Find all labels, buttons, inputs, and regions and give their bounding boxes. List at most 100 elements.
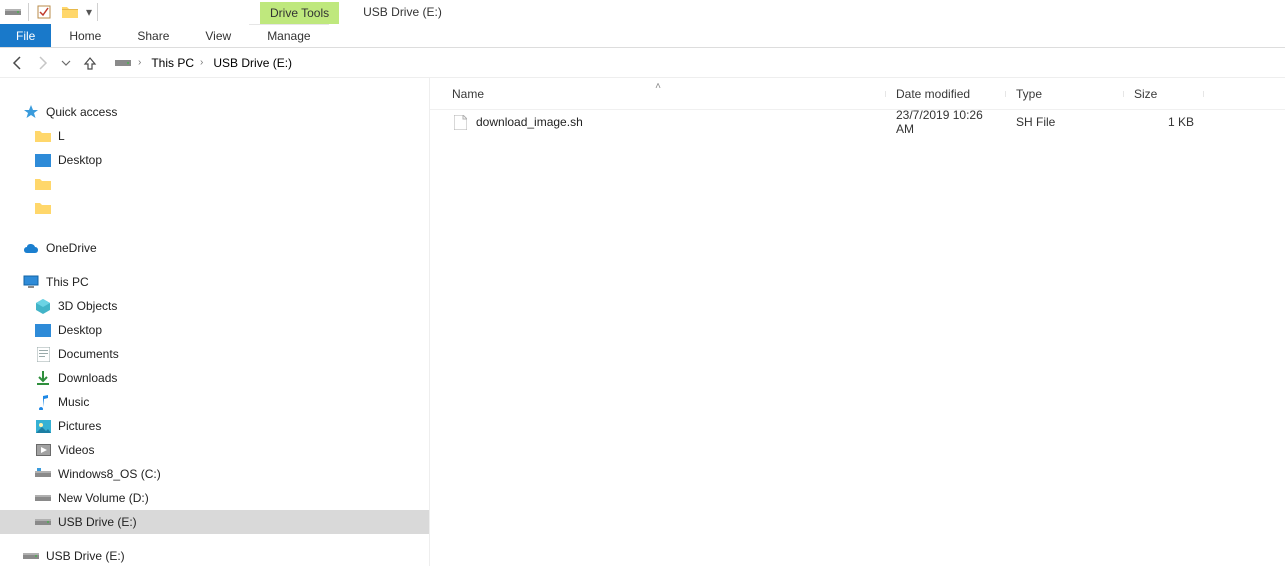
- file-date: 23/7/2019 10:26 AM: [886, 108, 1006, 136]
- tree-qa-item[interactable]: [0, 196, 429, 220]
- cube-icon: [34, 297, 52, 315]
- breadcrumb-this-pc[interactable]: This PC ›: [147, 51, 209, 75]
- quick-access-toolbar: ▾: [0, 0, 100, 24]
- properties-icon[interactable]: [35, 3, 53, 21]
- drive-icon: [4, 3, 22, 21]
- column-label: Size: [1134, 87, 1157, 101]
- tree-label: L: [58, 129, 65, 143]
- ribbon-tabs: File Home Share View Manage: [0, 24, 1285, 48]
- tree-drive-c[interactable]: Windows8_OS (C:): [0, 462, 429, 486]
- column-headers: ˄ Name Date modified Type Size: [430, 78, 1285, 110]
- tree-label: USB Drive (E:): [58, 515, 137, 529]
- qat-divider: [28, 3, 29, 21]
- file-name-cell: download_image.sh: [430, 114, 886, 130]
- chevron-right-icon[interactable]: ›: [132, 57, 143, 68]
- file-name: download_image.sh: [476, 115, 583, 129]
- tree-drive-e[interactable]: USB Drive (E:): [0, 510, 429, 534]
- tree-this-pc[interactable]: This PC: [0, 270, 429, 294]
- breadcrumb[interactable]: › This PC › USB Drive (E:): [106, 51, 1279, 75]
- tree-label: OneDrive: [46, 241, 97, 255]
- window-title: USB Drive (E:): [363, 5, 442, 19]
- column-size[interactable]: Size: [1124, 87, 1204, 101]
- folder-icon: [34, 127, 52, 145]
- column-label: Type: [1016, 87, 1042, 101]
- tree-onedrive[interactable]: OneDrive: [0, 236, 429, 260]
- file-size: 1 KB: [1124, 115, 1204, 129]
- content-area: Quick access L Desktop OneDrive This PC: [0, 78, 1285, 566]
- tree-label: Pictures: [58, 419, 101, 433]
- tree-label: Desktop: [58, 323, 102, 337]
- tree-label: 3D Objects: [58, 299, 117, 313]
- folder-icon: [34, 199, 52, 217]
- folder-icon: [34, 175, 52, 193]
- desktop-icon: [34, 321, 52, 339]
- navigation-pane[interactable]: Quick access L Desktop OneDrive This PC: [0, 78, 430, 566]
- tree-label: Downloads: [58, 371, 117, 385]
- drive-icon: [34, 465, 52, 483]
- documents-icon: [34, 345, 52, 363]
- drive-tools-tab-header: Drive Tools: [260, 2, 339, 24]
- tree-drive-d[interactable]: New Volume (D:): [0, 486, 429, 510]
- back-button[interactable]: [6, 51, 30, 75]
- tab-view[interactable]: View: [187, 24, 249, 47]
- file-type: SH File: [1006, 115, 1124, 129]
- pictures-icon: [34, 417, 52, 435]
- tree-label: Windows8_OS (C:): [58, 467, 161, 481]
- download-icon: [34, 369, 52, 387]
- file-icon: [452, 114, 468, 130]
- column-label: Name: [452, 87, 484, 101]
- tree-label: Quick access: [46, 105, 117, 119]
- usb-drive-icon: [34, 513, 52, 531]
- tree-qa-item[interactable]: L: [0, 124, 429, 148]
- sort-ascending-icon: ˄: [655, 81, 661, 92]
- tree-3d-objects[interactable]: 3D Objects: [0, 294, 429, 318]
- title-bar: ▾ Drive Tools USB Drive (E:): [0, 0, 1285, 24]
- star-icon: [22, 103, 40, 121]
- forward-button[interactable]: [30, 51, 54, 75]
- new-folder-icon[interactable]: [61, 3, 79, 21]
- qat-dropdown-icon[interactable]: ▾: [83, 5, 95, 19]
- desktop-icon: [34, 151, 52, 169]
- tree-quick-access[interactable]: Quick access: [0, 100, 429, 124]
- breadcrumb-label: This PC: [151, 56, 194, 70]
- chevron-right-icon[interactable]: ›: [194, 57, 205, 68]
- navigation-bar: › This PC › USB Drive (E:): [0, 48, 1285, 78]
- tab-manage[interactable]: Manage: [249, 24, 328, 47]
- tree-downloads[interactable]: Downloads: [0, 366, 429, 390]
- tree-desktop[interactable]: Desktop: [0, 148, 429, 172]
- column-date-modified[interactable]: Date modified: [886, 87, 1006, 101]
- contextual-tab-group: Drive Tools: [260, 0, 339, 24]
- tree-drive-e-external[interactable]: USB Drive (E:): [0, 544, 429, 566]
- pc-icon: [22, 273, 40, 291]
- file-row[interactable]: download_image.sh 23/7/2019 10:26 AM SH …: [430, 110, 1285, 134]
- tree-label: Documents: [58, 347, 119, 361]
- breadcrumb-label: USB Drive (E:): [213, 56, 292, 70]
- tree-qa-item[interactable]: [0, 172, 429, 196]
- tree-label: Desktop: [58, 153, 102, 167]
- tree-label: This PC: [46, 275, 89, 289]
- column-type[interactable]: Type: [1006, 87, 1124, 101]
- drive-icon: [114, 56, 132, 70]
- breadcrumb-location[interactable]: USB Drive (E:): [209, 51, 296, 75]
- recent-locations-button[interactable]: [54, 51, 78, 75]
- file-list-pane: ˄ Name Date modified Type Size: [430, 78, 1285, 566]
- tree-documents[interactable]: Documents: [0, 342, 429, 366]
- usb-drive-icon: [22, 547, 40, 565]
- tree-tp-desktop[interactable]: Desktop: [0, 318, 429, 342]
- cloud-icon: [22, 239, 40, 257]
- videos-icon: [34, 441, 52, 459]
- tab-home[interactable]: Home: [51, 24, 119, 47]
- drive-icon: [34, 489, 52, 507]
- tree-label: New Volume (D:): [58, 491, 149, 505]
- tree-label: Videos: [58, 443, 94, 457]
- tree-music[interactable]: Music: [0, 390, 429, 414]
- column-name[interactable]: ˄ Name: [430, 87, 886, 101]
- qat-divider-2: [97, 3, 98, 21]
- breadcrumb-root[interactable]: ›: [110, 51, 147, 75]
- tree-videos[interactable]: Videos: [0, 438, 429, 462]
- music-icon: [34, 393, 52, 411]
- tab-file[interactable]: File: [0, 24, 51, 47]
- up-button[interactable]: [78, 51, 102, 75]
- tab-share[interactable]: Share: [119, 24, 187, 47]
- tree-pictures[interactable]: Pictures: [0, 414, 429, 438]
